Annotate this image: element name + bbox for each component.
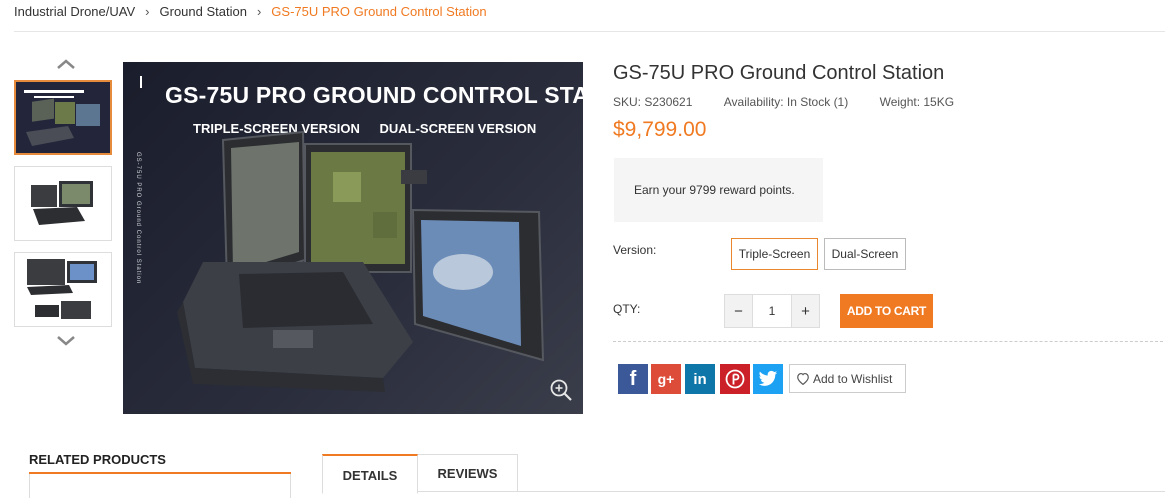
chevron-down-icon[interactable] — [54, 333, 78, 349]
breadcrumb-current: GS-75U PRO Ground Control Station — [271, 4, 487, 19]
ground-station-illustration — [177, 130, 545, 392]
zoom-icon[interactable] — [549, 378, 573, 402]
facebook-share-button[interactable]: f — [618, 364, 648, 394]
qty-input[interactable]: 1 — [752, 295, 792, 327]
heart-icon — [797, 372, 809, 385]
reward-points-box: Earn your 9799 reward points. — [614, 158, 823, 222]
googleplus-share-button[interactable]: g+ — [651, 364, 681, 394]
version-option-dual-screen[interactable]: Dual-Screen — [824, 238, 906, 270]
breadcrumb: Industrial Drone/UAV › Ground Station › … — [14, 4, 487, 19]
add-to-cart-button[interactable]: ADD TO CART — [840, 294, 933, 328]
thumbnail-triple-screen[interactable] — [14, 80, 112, 155]
breadcrumb-link-industrial-drone[interactable]: Industrial Drone/UAV — [14, 4, 135, 19]
version-option-triple-screen[interactable]: Triple-Screen — [731, 238, 818, 270]
product-sku: SKU: S230621 — [613, 95, 693, 109]
version-label: Version: — [613, 243, 657, 257]
thumbnail-dual-screen[interactable] — [14, 252, 112, 327]
product-weight: Weight: 15KG — [879, 95, 955, 109]
tab-details[interactable]: DETAILS — [322, 454, 418, 494]
main-product-image[interactable]: GS-75U PRO Ground Control Station GS-75U… — [123, 62, 583, 414]
pinterest-share-button[interactable] — [720, 364, 750, 394]
breadcrumb-separator: › — [145, 4, 150, 19]
googleplus-icon: g+ — [657, 371, 675, 387]
qty-decrease-button[interactable]: − — [725, 295, 752, 327]
divider — [14, 31, 1165, 32]
linkedin-icon: in — [693, 370, 707, 388]
product-title: GS-75U PRO Ground Control Station — [613, 62, 945, 84]
product-price: $9,799.00 — [613, 118, 707, 141]
product-meta: SKU: S230621 Availability: In Stock (1) … — [613, 95, 954, 109]
tab-reviews[interactable]: REVIEWS — [418, 454, 518, 492]
quantity-stepper: − 1 + — [724, 294, 820, 328]
product-availability: Availability: In Stock (1) — [723, 95, 849, 109]
pinterest-icon — [725, 369, 745, 389]
linkedin-share-button[interactable]: in — [685, 364, 715, 394]
breadcrumb-link-ground-station[interactable]: Ground Station — [160, 4, 247, 19]
twitter-share-button[interactable] — [753, 364, 783, 394]
chevron-up-icon[interactable] — [54, 56, 78, 72]
divider — [613, 341, 1163, 342]
qty-increase-button[interactable]: + — [792, 295, 819, 327]
facebook-icon: f — [629, 367, 637, 390]
thumbnail-single-screen-laptop[interactable] — [14, 166, 112, 241]
breadcrumb-separator: › — [256, 4, 262, 19]
related-products-panel — [29, 474, 291, 498]
wishlist-label: Add to Wishlist — [813, 371, 893, 386]
twitter-icon — [758, 370, 778, 386]
qty-label: QTY: — [613, 302, 641, 316]
related-products-heading: RELATED PRODUCTS — [29, 452, 166, 467]
add-to-wishlist-button[interactable]: Add to Wishlist — [789, 364, 906, 393]
